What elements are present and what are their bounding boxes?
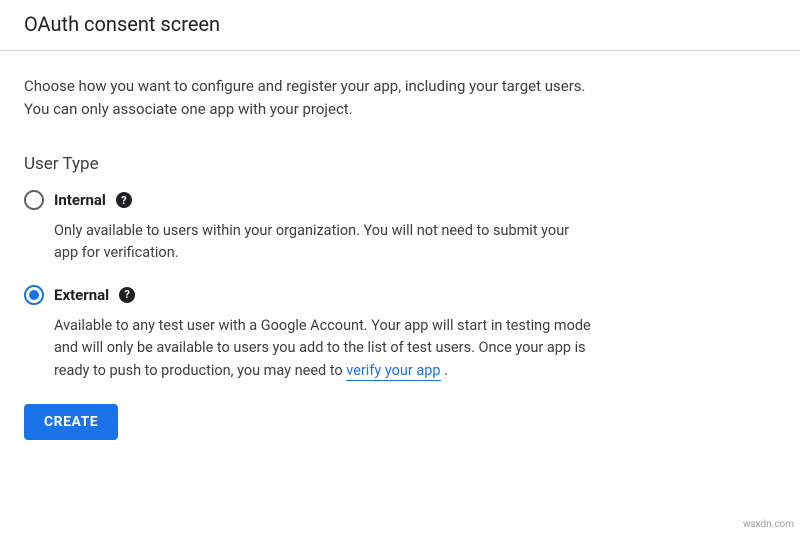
radio-option-external: External ? Available to any test user wi…	[24, 285, 596, 382]
radio-internal[interactable]	[24, 190, 44, 210]
page-title: OAuth consent screen	[24, 12, 776, 36]
external-description: Available to any test user with a Google…	[54, 315, 596, 382]
user-type-radio-group: Internal ? Only available to users withi…	[24, 190, 596, 382]
radio-option-internal: Internal ? Only available to users withi…	[24, 190, 596, 265]
external-desc-suffix: .	[441, 362, 448, 379]
radio-row-internal[interactable]: Internal ?	[24, 190, 596, 210]
internal-description: Only available to users within your orga…	[54, 220, 596, 265]
radio-label-internal: Internal	[54, 191, 106, 209]
verify-your-app-link[interactable]: verify your app	[346, 362, 440, 381]
help-icon[interactable]: ?	[116, 192, 132, 208]
radio-external[interactable]	[24, 285, 44, 305]
intro-text: Choose how you want to configure and reg…	[24, 75, 596, 120]
create-button[interactable]: CREATE	[24, 404, 118, 440]
watermark: wsxdn.com	[743, 519, 794, 530]
radio-label-external: External	[54, 286, 109, 304]
page-header: OAuth consent screen	[0, 0, 800, 51]
help-icon[interactable]: ?	[119, 287, 135, 303]
user-type-heading: User Type	[24, 154, 596, 174]
radio-row-external[interactable]: External ?	[24, 285, 596, 305]
content: Choose how you want to configure and reg…	[0, 51, 620, 440]
external-desc-prefix: Available to any test user with a Google…	[54, 317, 591, 379]
